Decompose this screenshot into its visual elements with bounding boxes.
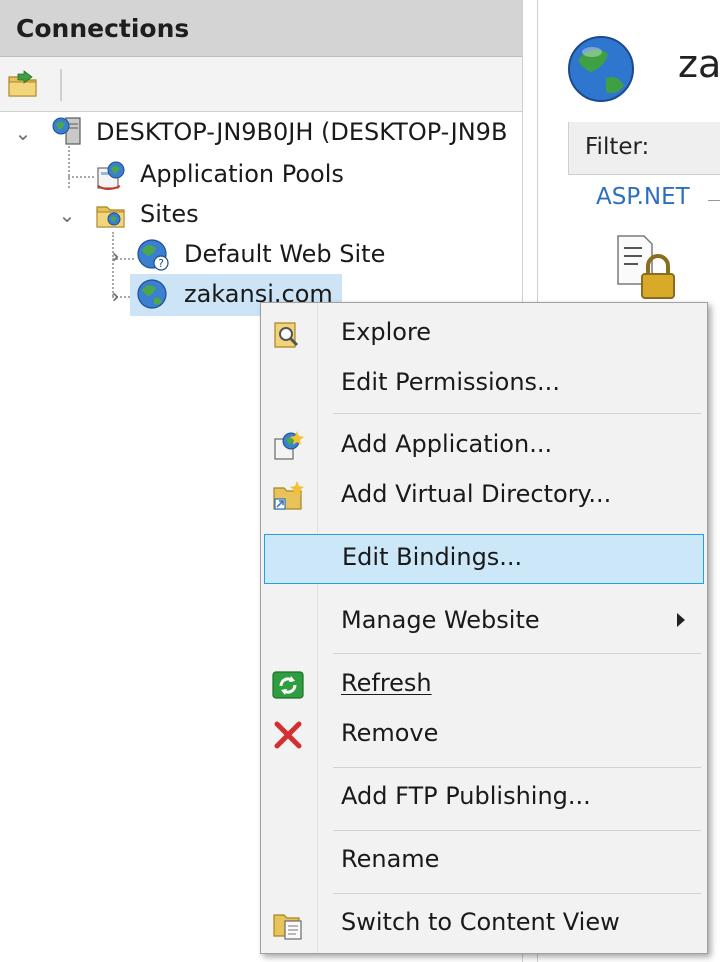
menu-item-label: Explore [341,318,432,346]
menu-separator [333,767,701,768]
filter-bar: Filter: [568,122,720,175]
toolbar-separator [60,69,62,101]
site-globe-icon [566,34,636,104]
menu-item-add-virtual-directory[interactable]: Add Virtual Directory... [261,471,707,519]
menu-item-add-application[interactable]: Add Application... [261,421,707,469]
website-globe-icon: ? [136,238,170,272]
chevron-right-icon[interactable]: ⌄ [99,248,123,266]
refresh-icon [271,668,305,702]
menu-item-label: Switch to Content View [341,908,620,936]
content-view-icon [271,907,305,941]
menu-item-label: Manage Website [341,606,540,634]
explore-folder-icon [271,317,305,351]
menu-item-label: Refresh [341,669,432,697]
authorization-lock-icon[interactable] [614,232,684,302]
sites-label[interactable]: Sites [140,200,199,228]
menu-item-edit-bindings[interactable]: Edit Bindings... [264,534,704,584]
menu-item-switch-to-content-view[interactable]: Switch to Content View [261,899,707,947]
server-icon [50,114,84,148]
tree-connector [68,146,70,188]
remove-x-icon [271,718,305,752]
menu-item-explore[interactable]: Explore [261,309,707,357]
menu-item-remove[interactable]: Remove [261,710,707,758]
connections-title: Connections [16,14,190,43]
asp-net-group-label: ASP.NET [596,184,690,210]
default-web-site-label[interactable]: Default Web Site [184,240,385,268]
group-divider [708,200,720,201]
menu-separator [333,413,701,414]
menu-item-refresh[interactable]: Refresh [261,660,707,708]
menu-item-label: Remove [341,719,439,747]
server-node-label[interactable]: DESKTOP-JN9B0JH (DESKTOP-JN9B [96,118,507,146]
chevron-down-icon[interactable]: ⌄ [58,205,76,225]
menu-item-manage-website[interactable]: Manage Website [261,597,707,645]
menu-item-label: Add Virtual Directory... [341,480,612,508]
menu-item-edit-permissions[interactable]: Edit Permissions... [261,359,707,407]
sites-folder-icon [94,198,128,232]
filter-label: Filter: [585,134,650,160]
site-title: za [678,42,720,86]
chevron-down-icon[interactable]: ⌄ [14,123,32,143]
menu-item-label: Add Application... [341,430,553,458]
menu-separator [333,893,701,894]
add-application-icon [271,429,305,463]
menu-item-add-ftp-publishing[interactable]: Add FTP Publishing... [261,773,707,821]
application-pools-icon [94,158,128,192]
connections-toolbar [0,57,522,112]
connections-header: Connections [0,0,522,57]
menu-item-label: Edit Bindings... [342,543,523,571]
menu-item-label: Rename [341,845,440,873]
add-virtual-directory-icon [271,479,305,513]
menu-item-label: Add FTP Publishing... [341,782,591,810]
menu-item-label: Edit Permissions... [341,368,560,396]
menu-separator [333,830,701,831]
application-pools-label[interactable]: Application Pools [140,160,344,188]
context-menu: Explore Edit Permissions... Add Applicat… [260,302,708,954]
website-globe-icon [136,278,170,312]
svg-text:?: ? [158,257,164,270]
menu-item-rename[interactable]: Rename [261,836,707,884]
submenu-arrow-icon [677,613,685,627]
menu-separator [333,653,701,654]
chevron-right-icon[interactable]: ⌄ [99,288,123,306]
tree-connector [68,176,94,178]
create-new-connection-icon[interactable] [6,69,40,99]
